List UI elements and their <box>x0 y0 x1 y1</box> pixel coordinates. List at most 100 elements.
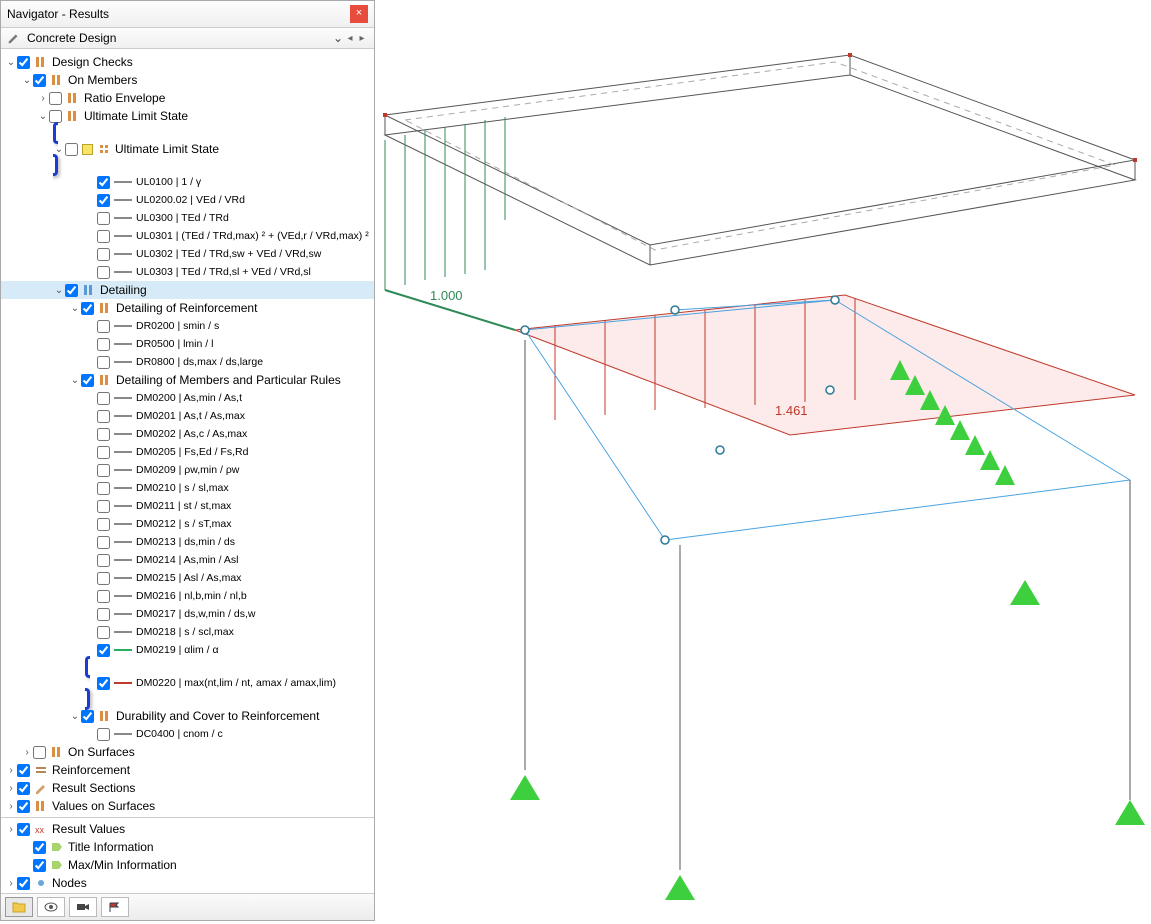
tree-view[interactable]: ⌄ Design Checks ⌄ On Members › Ratio Env… <box>1 49 374 893</box>
toggle-icon[interactable]: › <box>37 93 49 104</box>
node-dr0500[interactable]: DR0500 | lmin / l <box>1 335 374 353</box>
node-detailing-reinf[interactable]: ⌄ Detailing of Reinforcement <box>1 299 374 317</box>
tb-camera-button[interactable] <box>69 897 97 917</box>
node-dm0201[interactable]: DM0201 | As,t / As,max <box>1 407 374 425</box>
node-dm0209[interactable]: DM0209 | ρw,min / ρw <box>1 461 374 479</box>
node-detailing[interactable]: ⌄ Detailing <box>1 281 374 299</box>
nav-prev[interactable]: ◂ <box>344 33 356 44</box>
node-dm0218[interactable]: DM0218 | s / scl,max <box>1 623 374 641</box>
checkbox[interactable] <box>17 56 30 69</box>
code-icon <box>50 73 64 87</box>
node-ul0300[interactable]: UL0300 | TEd / TRd <box>1 209 374 227</box>
node-durability[interactable]: ⌄ Durability and Cover to Reinforcement <box>1 707 374 725</box>
node-ul0200[interactable]: UL0200.02 | VEd / VRd <box>1 191 374 209</box>
checkbox[interactable] <box>97 230 110 243</box>
checkbox[interactable] <box>17 764 30 777</box>
checkbox[interactable] <box>81 710 94 723</box>
toggle-icon[interactable]: ⌄ <box>69 375 81 386</box>
toggle-icon[interactable]: › <box>5 801 17 812</box>
code-icon <box>82 283 96 297</box>
node-dm0219[interactable]: DM0219 | αlim / α <box>1 641 374 659</box>
node-dm0215[interactable]: DM0215 | Asl / As,max <box>1 569 374 587</box>
checkbox[interactable] <box>33 859 46 872</box>
node-dm0200[interactable]: DM0200 | As,min / As,t <box>1 389 374 407</box>
model-viewport[interactable]: 1.000 1.461 <box>375 0 1151 921</box>
toggle-icon[interactable]: › <box>5 783 17 794</box>
checkbox[interactable] <box>17 877 30 890</box>
close-button[interactable]: × <box>350 5 368 23</box>
node-ul0303[interactable]: UL0303 | TEd / TRd,sl + VEd / VRd,sl <box>1 263 374 281</box>
nav-next[interactable]: ▸ <box>356 33 368 44</box>
tb-folder-button[interactable] <box>5 897 33 917</box>
node-dm0205[interactable]: DM0205 | Fs,Ed / Fs,Rd <box>1 443 374 461</box>
titlebar: Navigator - Results × <box>1 1 374 28</box>
module-dropdown[interactable]: Concrete Design ⌄ ◂ ▸ <box>1 28 374 49</box>
checkbox[interactable] <box>65 284 78 297</box>
checkbox[interactable] <box>65 143 78 156</box>
checkbox[interactable] <box>49 92 62 105</box>
node-title-info[interactable]: Title Information <box>1 838 374 856</box>
node-dm0214[interactable]: DM0214 | As,min / Asl <box>1 551 374 569</box>
chevron-down-icon[interactable]: ⌄ <box>332 31 344 45</box>
toggle-icon[interactable]: ⌄ <box>69 711 81 722</box>
node-dm0212[interactable]: DM0212 | s / sT,max <box>1 515 374 533</box>
node-dm0213[interactable]: DM0213 | ds,min / ds <box>1 533 374 551</box>
node-detailing-members[interactable]: ⌄ Detailing of Members and Particular Ru… <box>1 371 374 389</box>
node-ul0302[interactable]: UL0302 | TEd / TRd,sw + VEd / VRd,sw <box>1 245 374 263</box>
checkbox[interactable] <box>81 302 94 315</box>
toggle-icon[interactable]: › <box>5 824 17 835</box>
checkbox[interactable] <box>97 176 110 189</box>
line-swatch-icon <box>114 235 132 237</box>
checkbox[interactable] <box>33 74 46 87</box>
toggle-icon[interactable]: ⌄ <box>69 303 81 314</box>
node-dm0217[interactable]: DM0217 | ds,w,min / ds,w <box>1 605 374 623</box>
checkbox[interactable] <box>33 841 46 854</box>
toggle-icon[interactable]: › <box>21 747 33 758</box>
node-dm0220[interactable]: DM0220 | max(nt,lim / nt, amax / amax,li… <box>85 674 374 692</box>
node-design-checks[interactable]: ⌄ Design Checks <box>1 53 374 71</box>
toggle-icon[interactable]: › <box>5 765 17 776</box>
node-dr0800[interactable]: DR0800 | ds,max / ds,large <box>1 353 374 371</box>
node-dm0210[interactable]: DM0210 | s / sl,max <box>1 479 374 497</box>
line-swatch-icon <box>114 217 132 219</box>
checkbox[interactable] <box>97 248 110 261</box>
toggle-icon[interactable]: › <box>5 878 17 889</box>
node-ratio-envelope[interactable]: › Ratio Envelope <box>1 89 374 107</box>
node-ul0301[interactable]: UL0301 | (TEd / TRd,max) ² + (VEd,r / VR… <box>1 227 374 245</box>
checkbox[interactable] <box>17 782 30 795</box>
node-ul0100[interactable]: UL0100 | 1 / γ <box>1 173 374 191</box>
toggle-icon[interactable]: ⌄ <box>37 111 49 122</box>
tb-eye-button[interactable] <box>37 897 65 917</box>
node-on-surfaces[interactable]: › On Surfaces <box>1 743 374 761</box>
toggle-icon[interactable]: ⌄ <box>53 285 65 296</box>
checkbox[interactable] <box>17 823 30 836</box>
node-dc0400[interactable]: DC0400 | cnom / c <box>1 725 374 743</box>
node-result-sections[interactable]: › Result Sections <box>1 779 374 797</box>
checkbox[interactable] <box>97 212 110 225</box>
checkbox[interactable] <box>81 374 94 387</box>
svg-text:xx: xx <box>35 825 45 835</box>
toggle-icon[interactable]: ⌄ <box>53 144 65 155</box>
toggle-icon[interactable]: ⌄ <box>5 57 17 68</box>
label: UL0302 | TEd / TRd,sw + VEd / VRd,sw <box>136 248 321 260</box>
node-nodes[interactable]: › Nodes <box>1 874 374 892</box>
checkbox[interactable] <box>33 746 46 759</box>
node-result-values[interactable]: › xx Result Values <box>1 820 374 838</box>
checkbox[interactable] <box>97 194 110 207</box>
node-values-surfaces[interactable]: › Values on Surfaces <box>1 797 374 815</box>
node-reinforcement[interactable]: › Reinforcement <box>1 761 374 779</box>
node-dm0202[interactable]: DM0202 | As,c / As,max <box>1 425 374 443</box>
checkbox[interactable] <box>17 800 30 813</box>
node-uls-2[interactable]: ⌄ Ultimate Limit State <box>53 140 374 158</box>
checkbox[interactable] <box>97 266 110 279</box>
node-maxmin-info[interactable]: Max/Min Information <box>1 856 374 874</box>
node-dm0211[interactable]: DM0211 | st / st,max <box>1 497 374 515</box>
node-on-members[interactable]: ⌄ On Members <box>1 71 374 89</box>
tb-flag-button[interactable] <box>101 897 129 917</box>
code-icon <box>50 745 64 759</box>
node-dm0216[interactable]: DM0216 | nl,b,min / nl,b <box>1 587 374 605</box>
tag-icon <box>50 858 64 872</box>
toggle-icon[interactable]: ⌄ <box>21 75 33 86</box>
checkbox[interactable] <box>49 110 62 123</box>
node-dr0200[interactable]: DR0200 | smin / s <box>1 317 374 335</box>
